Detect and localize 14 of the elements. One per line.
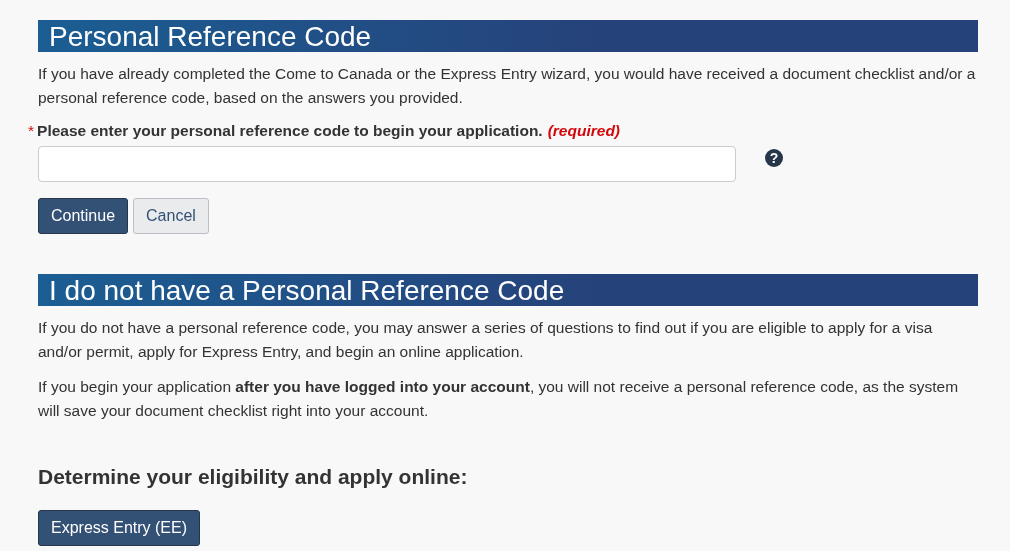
section-heading: Personal Reference Code [38,20,978,52]
help-icon[interactable]: ? [765,149,783,167]
required-note: (required) [547,122,620,139]
section-heading: I do not have a Personal Reference Code [38,274,978,306]
paragraph: If you do not have a personal reference code, you may answer a series of questions to find out if you are eligible to apply for a visa and/or permit, apply for Express Entry, and begin an online application. [38,318,934,362]
paragraph: If you begin your application after you have logged into your account, you will not receive a personal reference code, as the system will save your document checklist right into your account. [38,377,960,421]
subheading: Determine your eligibility and apply online: [38,465,469,489]
code-input-field[interactable] [38,146,736,182]
intro-text: If you have already completed the Come to Canada or the Express Entry wizard, you would have received a document checklist and/or a personal reference code, based on the answers you provided. [38,64,977,108]
action-button[interactable]: Continue [38,198,129,234]
cancel-button[interactable]: Cancel [133,198,209,234]
action-button[interactable]: Express Entry (EE) [38,510,201,546]
required-mark: * [28,122,35,139]
field-label: Please enter your personal reference code to begin your application. [37,122,543,139]
